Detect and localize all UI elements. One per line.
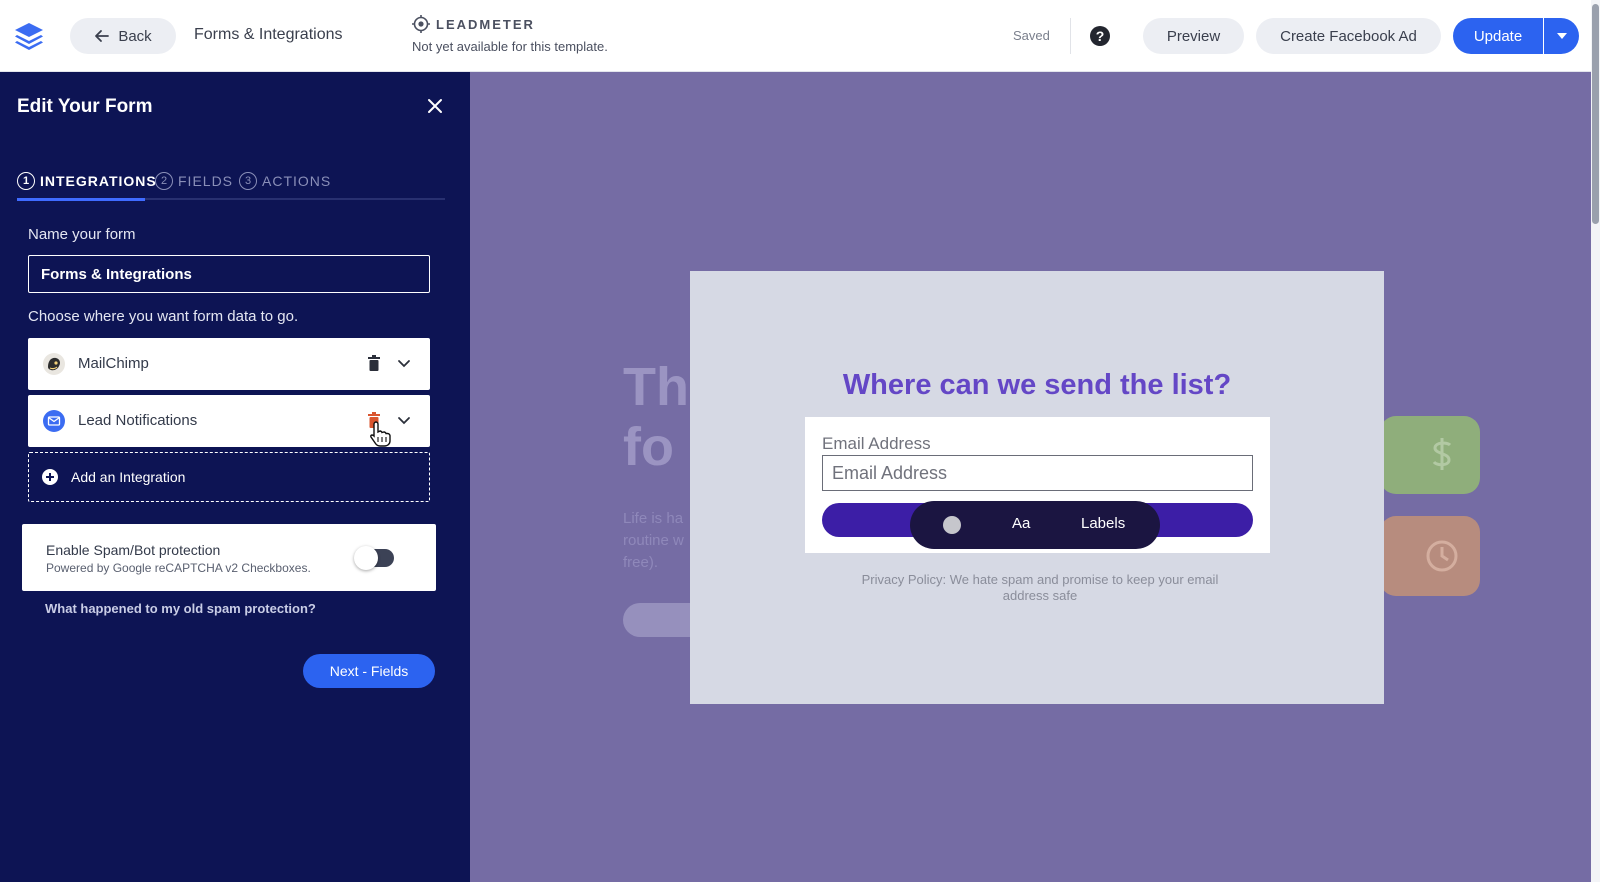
preview-button[interactable]: Preview xyxy=(1143,18,1244,54)
email-field[interactable]: Email Address xyxy=(822,455,1253,491)
page-title: Forms & Integrations xyxy=(194,26,343,43)
form-block[interactable]: Email Address Email Address Aa Labels xyxy=(805,417,1270,553)
mailchimp-icon xyxy=(43,353,65,375)
tab-actions[interactable]: 3 ACTIONS xyxy=(239,172,331,190)
update-dropdown-button[interactable] xyxy=(1544,18,1579,54)
spam-protection-toggle[interactable] xyxy=(354,546,394,570)
privacy-text: Privacy Policy: We hate spam and promise… xyxy=(820,572,1260,604)
active-tab-indicator xyxy=(17,198,145,201)
form-name-label: Name your form xyxy=(28,226,136,243)
integrations-instruction: Choose where you want form data to go. xyxy=(28,308,299,325)
scrollbar-thumb[interactable] xyxy=(1592,4,1599,224)
leadmeter-subtitle: Not yet available for this template. xyxy=(412,39,608,54)
background-body-text: Life is ha routine w free). xyxy=(623,508,684,574)
background-heading: Th fo xyxy=(623,357,689,477)
plus-circle-icon xyxy=(42,469,58,485)
add-integration-button[interactable]: Add an Integration xyxy=(28,452,430,502)
form-style-toolbar: Aa Labels xyxy=(910,501,1160,549)
step-number: 3 xyxy=(239,172,257,190)
email-field-label: Email Address xyxy=(822,434,931,453)
page-canvas: Th fo Life is ha routine w free). Where … xyxy=(470,72,1591,882)
privacy-line: address safe xyxy=(1002,588,1078,603)
background-body-line: routine w xyxy=(623,532,684,549)
leadmeter: LEADMETER Not yet available for this tem… xyxy=(412,15,608,54)
background-feature-tile xyxy=(1380,416,1480,494)
step-number: 1 xyxy=(17,172,35,190)
background-feature-tile xyxy=(1380,516,1480,596)
old-spam-protection-link[interactable]: What happened to my old spam protection? xyxy=(45,601,316,616)
chevron-down-icon[interactable] xyxy=(397,413,411,427)
leadmeter-title: LEADMETER xyxy=(436,16,535,32)
spam-protection-title: Enable Spam/Bot protection xyxy=(46,542,221,558)
labels-button[interactable]: Labels xyxy=(1081,515,1125,532)
step-number: 2 xyxy=(155,172,173,190)
step-tabs: 1 INTEGRATIONS 2 FIELDS 3 ACTIONS xyxy=(17,172,445,201)
back-button[interactable]: Back xyxy=(70,18,176,54)
popup-title[interactable]: Where can we send the list? xyxy=(690,369,1384,402)
arrow-left-icon xyxy=(95,30,110,42)
update-button[interactable]: Update xyxy=(1453,18,1543,54)
color-picker-icon[interactable] xyxy=(943,516,961,534)
font-style-button[interactable]: Aa xyxy=(1012,515,1030,532)
add-integration-label: Add an Integration xyxy=(71,469,186,485)
top-bar: Back Forms & Integrations LEADMETER Not … xyxy=(0,0,1600,72)
spam-protection-subtitle: Powered by Google reCAPTCHA v2 Checkboxe… xyxy=(46,561,311,575)
clock-icon xyxy=(1426,540,1458,572)
app-logo-icon[interactable] xyxy=(12,20,46,52)
close-icon[interactable] xyxy=(425,96,445,116)
form-name-input[interactable]: Forms & Integrations xyxy=(28,255,430,293)
panel-title: Edit Your Form xyxy=(17,96,153,117)
svg-text:?: ? xyxy=(1096,28,1105,44)
back-label: Back xyxy=(118,27,152,45)
email-icon xyxy=(43,410,65,432)
chevron-down-icon[interactable] xyxy=(397,356,411,370)
integration-item-mailchimp[interactable]: MailChimp xyxy=(28,338,430,390)
privacy-line: Privacy Policy: We hate spam and promise… xyxy=(861,572,1219,587)
integration-label: Lead Notifications xyxy=(78,412,198,429)
form-popup: Where can we send the list? Email Addres… xyxy=(690,271,1384,704)
step-label: INTEGRATIONS xyxy=(40,173,157,189)
step-label: FIELDS xyxy=(178,173,234,189)
integration-label: MailChimp xyxy=(78,355,149,372)
background-heading-line: fo xyxy=(623,417,674,477)
divider xyxy=(1070,18,1071,54)
trash-icon[interactable] xyxy=(368,355,380,371)
help-icon[interactable]: ? xyxy=(1089,25,1111,47)
background-body-line: free). xyxy=(623,554,659,571)
hand-cursor-icon xyxy=(370,421,391,447)
spam-protection-card: Enable Spam/Bot protection Powered by Go… xyxy=(22,524,436,591)
background-heading-line: Th xyxy=(623,357,689,417)
tab-integrations[interactable]: 1 INTEGRATIONS xyxy=(17,172,157,190)
background-body-line: Life is ha xyxy=(623,510,684,527)
dollar-icon xyxy=(1432,438,1452,470)
target-icon xyxy=(412,15,430,33)
next-fields-button[interactable]: Next - Fields xyxy=(303,654,435,688)
create-facebook-ad-button[interactable]: Create Facebook Ad xyxy=(1256,18,1441,54)
step-label: ACTIONS xyxy=(262,173,332,189)
caret-down-icon xyxy=(1556,33,1567,39)
edit-form-panel: Edit Your Form 1 INTEGRATIONS 2 FIELDS 3… xyxy=(0,72,470,882)
tab-fields[interactable]: 2 FIELDS xyxy=(155,172,233,190)
saved-status: Saved xyxy=(1013,28,1050,43)
toggle-knob xyxy=(354,546,378,570)
